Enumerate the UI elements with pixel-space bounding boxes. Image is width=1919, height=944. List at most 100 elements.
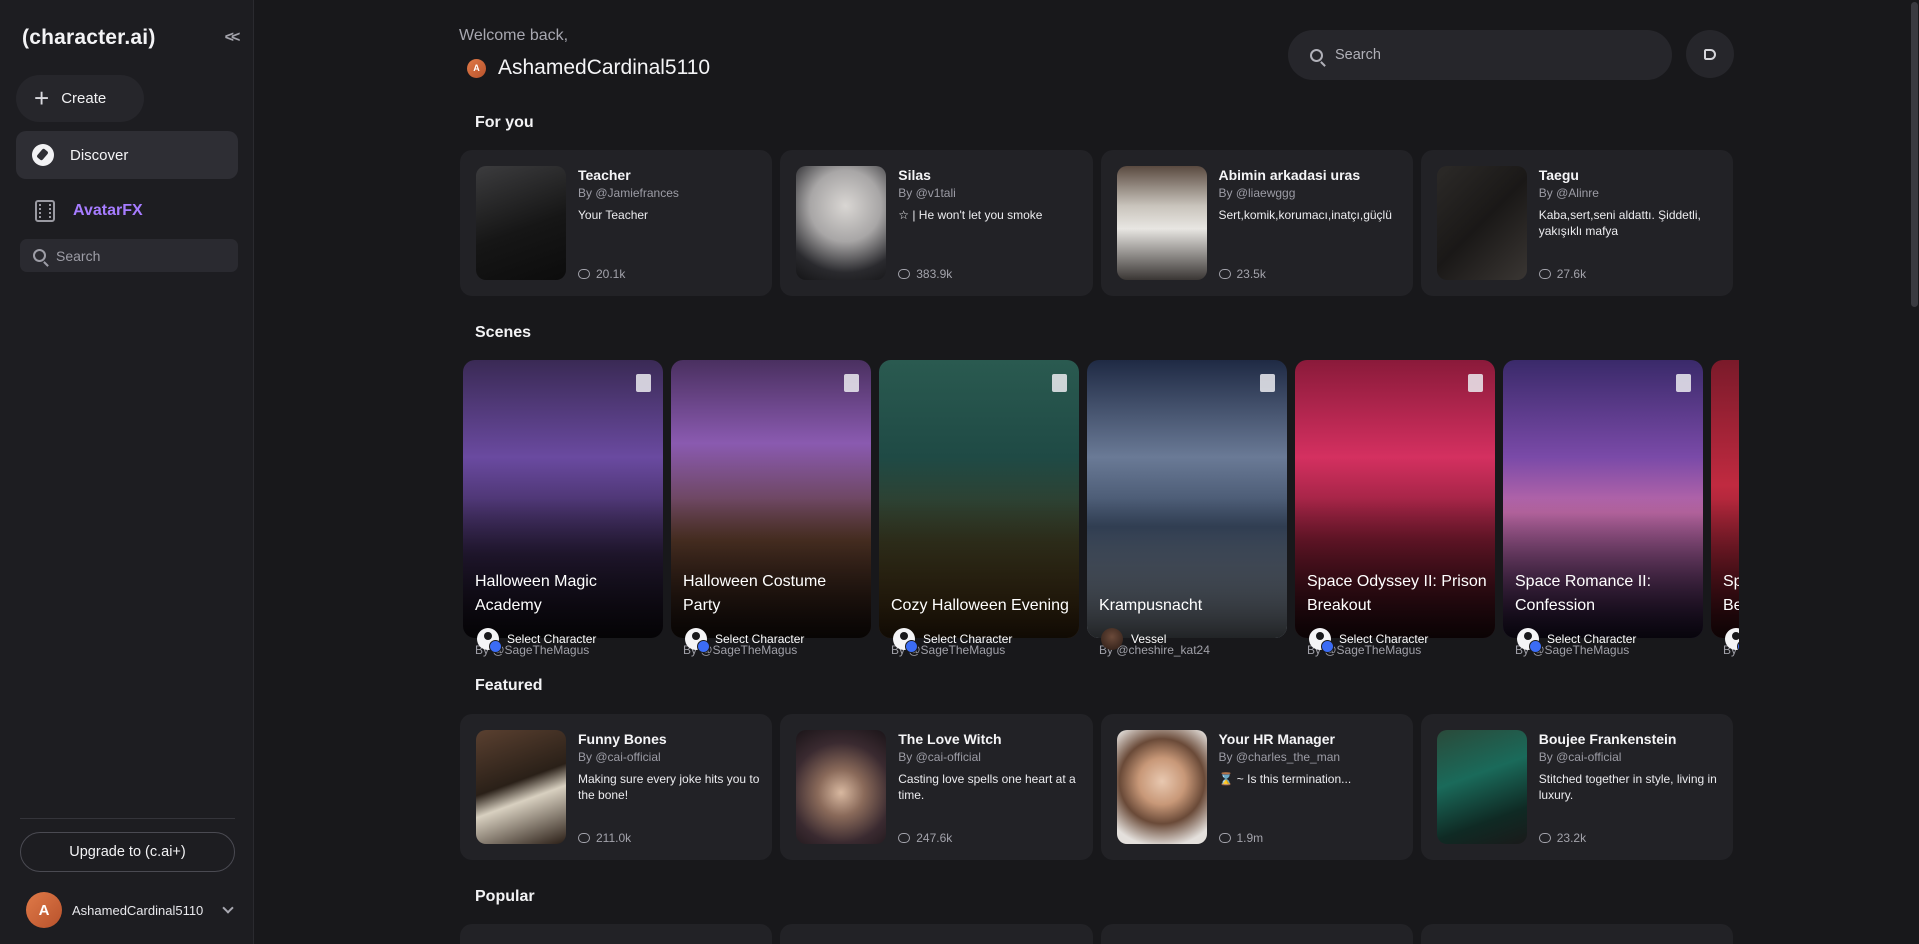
- character-description: Casting love spells one heart at a time.: [898, 772, 1076, 802]
- compass-icon: [32, 144, 54, 166]
- character-card[interactable]: Teacher By @Jamiefrances Your Teacher 20…: [460, 150, 773, 296]
- chat-count-value: 211.0k: [596, 831, 632, 845]
- chat-count: 23.5k: [1218, 267, 1266, 281]
- scene-card[interactable]: Space Romance II: Confession Select Char…: [1503, 360, 1703, 662]
- character-avatar: [796, 166, 887, 280]
- chat-count-value: 27.6k: [1556, 267, 1587, 281]
- character-author: By @v1tali: [898, 186, 956, 200]
- scene-title: Krampusnacht: [1099, 597, 1203, 614]
- character-card[interactable]: Funny Bones By @cai-official Making sure…: [460, 714, 773, 860]
- scene-card[interactable]: Sp Be By: [1711, 360, 1739, 662]
- character-card[interactable]: Abimin arkadasi uras By @liaewggg Sert,k…: [1100, 150, 1413, 296]
- chat-count: 23.2k: [1538, 831, 1586, 845]
- scene-card[interactable]: Space Odyssey II: Prison Breakout Select…: [1295, 360, 1495, 662]
- collapse-sidebar-icon[interactable]: <<: [222, 29, 241, 47]
- character-avatar: [1116, 166, 1207, 280]
- search-input[interactable]: Search: [1288, 30, 1672, 80]
- bookmark-icon[interactable]: [636, 374, 651, 392]
- character-description: Kaba,sert,seni aldattı. Şiddetli, yakışı…: [1538, 208, 1701, 238]
- scene-title: Space Romance II: Confession: [1515, 573, 1652, 614]
- scene-title: Halloween Costume Party: [683, 573, 827, 614]
- bookmark-icon[interactable]: [1676, 374, 1691, 392]
- chat-bubble-icon: [578, 269, 590, 279]
- character-card[interactable]: Your HR Manager By @charles_the_man ⌛ ~ …: [1100, 714, 1413, 860]
- character-name: Teacher: [578, 167, 631, 183]
- scene-title: Cozy Halloween Evening: [891, 597, 1069, 614]
- character-avatar: [1436, 730, 1527, 844]
- character-card[interactable]: [1100, 924, 1413, 944]
- scene-character-label: Select Character: [507, 632, 597, 646]
- logo[interactable]: (character.ai): [22, 26, 156, 50]
- scene-character[interactable]: Select Character: [685, 628, 804, 653]
- character-description: Your Teacher: [578, 208, 649, 222]
- header-username: AshamedCardinal5110: [498, 56, 711, 79]
- character-description: Making sure every joke hits you to the b…: [578, 772, 760, 802]
- character-author: By @liaewggg: [1218, 186, 1296, 200]
- chat-count: 383.9k: [898, 267, 952, 281]
- bookmark-icon[interactable]: [1260, 374, 1275, 392]
- chat-count: 1.9m: [1218, 831, 1263, 845]
- film-icon: [35, 200, 55, 222]
- bookmark-icon[interactable]: [844, 374, 859, 392]
- scene-character[interactable]: Select Character: [1517, 628, 1637, 653]
- chat-count: 247.6k: [898, 831, 952, 845]
- scene-character[interactable]: [1725, 628, 1739, 653]
- character-card[interactable]: The Love Witch By @cai-official Casting …: [780, 714, 1093, 860]
- character-description: Sert,komik,korumacı,inatçı,güçlü: [1218, 208, 1392, 222]
- sidebar: (character.ai) << + Create Discover Avat…: [0, 0, 254, 944]
- chat-bubble-icon: [1538, 833, 1551, 843]
- section-title-for-you: For you: [475, 114, 534, 131]
- scenes-row: Halloween Magic Academy Select Character…: [463, 360, 1739, 662]
- scrollbar[interactable]: [1911, 2, 1918, 307]
- character-card[interactable]: Boujee Frankenstein By @cai-official Sti…: [1420, 714, 1733, 860]
- character-avatar: [1436, 166, 1527, 280]
- scene-card[interactable]: Halloween Magic Academy Select Character…: [463, 360, 663, 662]
- add-character-icon: [477, 628, 502, 653]
- bookmark-icon[interactable]: [1052, 374, 1067, 392]
- character-card[interactable]: Taegu By @Alinre Kaba,sert,seni aldattı.…: [1420, 150, 1733, 296]
- character-name: Boujee Frankenstein: [1538, 731, 1677, 747]
- chat-count-value: 383.9k: [916, 267, 953, 281]
- avatar: [1101, 628, 1123, 650]
- character-avatar: [476, 730, 566, 844]
- chat-bubble-icon: [1218, 269, 1231, 279]
- search-icon: [1310, 48, 1323, 62]
- scene-character[interactable]: Select Character: [893, 628, 1012, 653]
- character-name: Silas: [898, 167, 931, 183]
- avatar: A: [467, 58, 486, 78]
- character-card[interactable]: Silas By @v1tali ☆ | He won't let you sm…: [780, 150, 1093, 296]
- create-label: Create: [61, 90, 107, 107]
- chat-count-value: 23.5k: [1236, 267, 1266, 281]
- scene-title: Space Odyssey II: Prison Breakout: [1307, 573, 1487, 614]
- username: AshamedCardinal5110: [72, 902, 204, 918]
- character-card[interactable]: [460, 924, 773, 944]
- create-button[interactable]: + Create: [16, 75, 144, 122]
- bookmark-icon[interactable]: [1468, 374, 1483, 392]
- scene-character[interactable]: Select Character: [477, 628, 597, 653]
- character-author: By @charles_the_man: [1218, 750, 1341, 764]
- character-name: The Love Witch: [898, 731, 1002, 747]
- character-author: By @cai-official: [1538, 750, 1622, 764]
- character-card[interactable]: [1420, 924, 1733, 944]
- sidebar-search-input[interactable]: Search: [20, 239, 238, 272]
- user-menu[interactable]: A AshamedCardinal5110: [26, 892, 236, 928]
- sidebar-item-avatarfx[interactable]: AvatarFX: [16, 190, 238, 232]
- chat-bubble-icon: [1218, 833, 1231, 843]
- sidebar-item-label: AvatarFX: [73, 202, 143, 219]
- avatar: A: [26, 892, 62, 928]
- character-avatar: [1116, 730, 1207, 844]
- scene-character[interactable]: Vessel: [1101, 628, 1166, 650]
- character-description: Stitched together in style, living in lu…: [1538, 772, 1717, 802]
- chat-count: 211.0k: [578, 831, 631, 845]
- scene-card[interactable]: Cozy Halloween Evening Select Character …: [879, 360, 1079, 662]
- scene-card[interactable]: Krampusnacht Vessel By @cheshire_kat24: [1087, 360, 1287, 662]
- scene-character[interactable]: Select Character: [1309, 628, 1428, 653]
- upgrade-button[interactable]: Upgrade to (c.ai+): [20, 832, 235, 872]
- sidebar-item-discover[interactable]: Discover: [16, 131, 238, 179]
- character-card[interactable]: [780, 924, 1093, 944]
- scene-character-label: Select Character: [1547, 632, 1637, 646]
- scene-card[interactable]: Halloween Costume Party Select Character…: [671, 360, 871, 662]
- announcement-button[interactable]: [1686, 30, 1734, 78]
- scene-title: Sp Be: [1723, 573, 1739, 614]
- featured-row: Funny Bones By @cai-official Making sure…: [460, 714, 1733, 860]
